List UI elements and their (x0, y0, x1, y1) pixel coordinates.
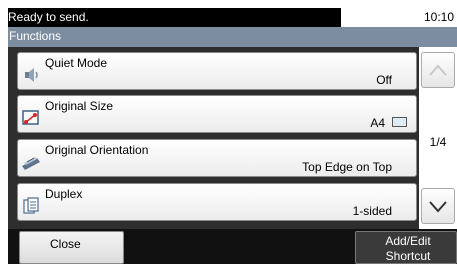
status-bar: Ready to send. 10:10 (8, 8, 457, 27)
shortcut-label-line2: Shortcut (385, 249, 431, 263)
scroll-down-button[interactable] (421, 188, 455, 224)
shortcut-label-line1: Add/Edit (385, 234, 431, 248)
paper-landscape-icon (392, 117, 407, 127)
original-size-icon (22, 110, 39, 125)
status-time-box: 10:10 (341, 8, 457, 27)
operation-panel: Ready to send. 10:10 Functions Quiet Mod… (8, 8, 457, 264)
chevron-down-icon (429, 201, 447, 213)
item-label: Original Size (45, 99, 114, 113)
item-label: Original Orientation (45, 143, 149, 157)
quiet-mode-button[interactable]: Quiet Mode Off (17, 52, 417, 90)
item-value: Off (376, 73, 392, 87)
footer-bar: Close Add/Edit Shortcut (8, 229, 457, 264)
item-label: Duplex (45, 187, 83, 201)
page-title: Functions (9, 29, 62, 43)
duplex-button[interactable]: Duplex 1-sided (17, 183, 417, 221)
page-indicator: 1/4 (429, 135, 447, 149)
chevron-up-icon (429, 64, 447, 76)
item-value: A4 (370, 116, 385, 130)
item-label: Quiet Mode (45, 56, 108, 70)
orientation-icon (22, 157, 40, 170)
close-label: Close (50, 237, 81, 251)
duplex-icon (23, 197, 39, 214)
function-list: Quiet Mode Off Original Size A4 Original… (8, 47, 457, 229)
add-edit-shortcut-button[interactable]: Add/Edit Shortcut (355, 231, 457, 264)
speaker-icon (25, 68, 38, 82)
scroll-column: 1/4 (419, 47, 457, 229)
original-orientation-button[interactable]: Original Orientation Top Edge on Top (17, 139, 417, 177)
status-message: Ready to send. (8, 10, 89, 24)
close-button[interactable]: Close (19, 231, 124, 264)
item-value: Top Edge on Top (302, 160, 392, 174)
scroll-up-button[interactable] (421, 52, 455, 88)
item-value: 1-sided (352, 204, 392, 218)
shortcut-label: Add/Edit Shortcut (368, 234, 448, 264)
status-time: 10:10 (423, 10, 454, 24)
functions-header: Functions (8, 27, 457, 47)
original-size-button[interactable]: Original Size A4 (17, 95, 417, 133)
